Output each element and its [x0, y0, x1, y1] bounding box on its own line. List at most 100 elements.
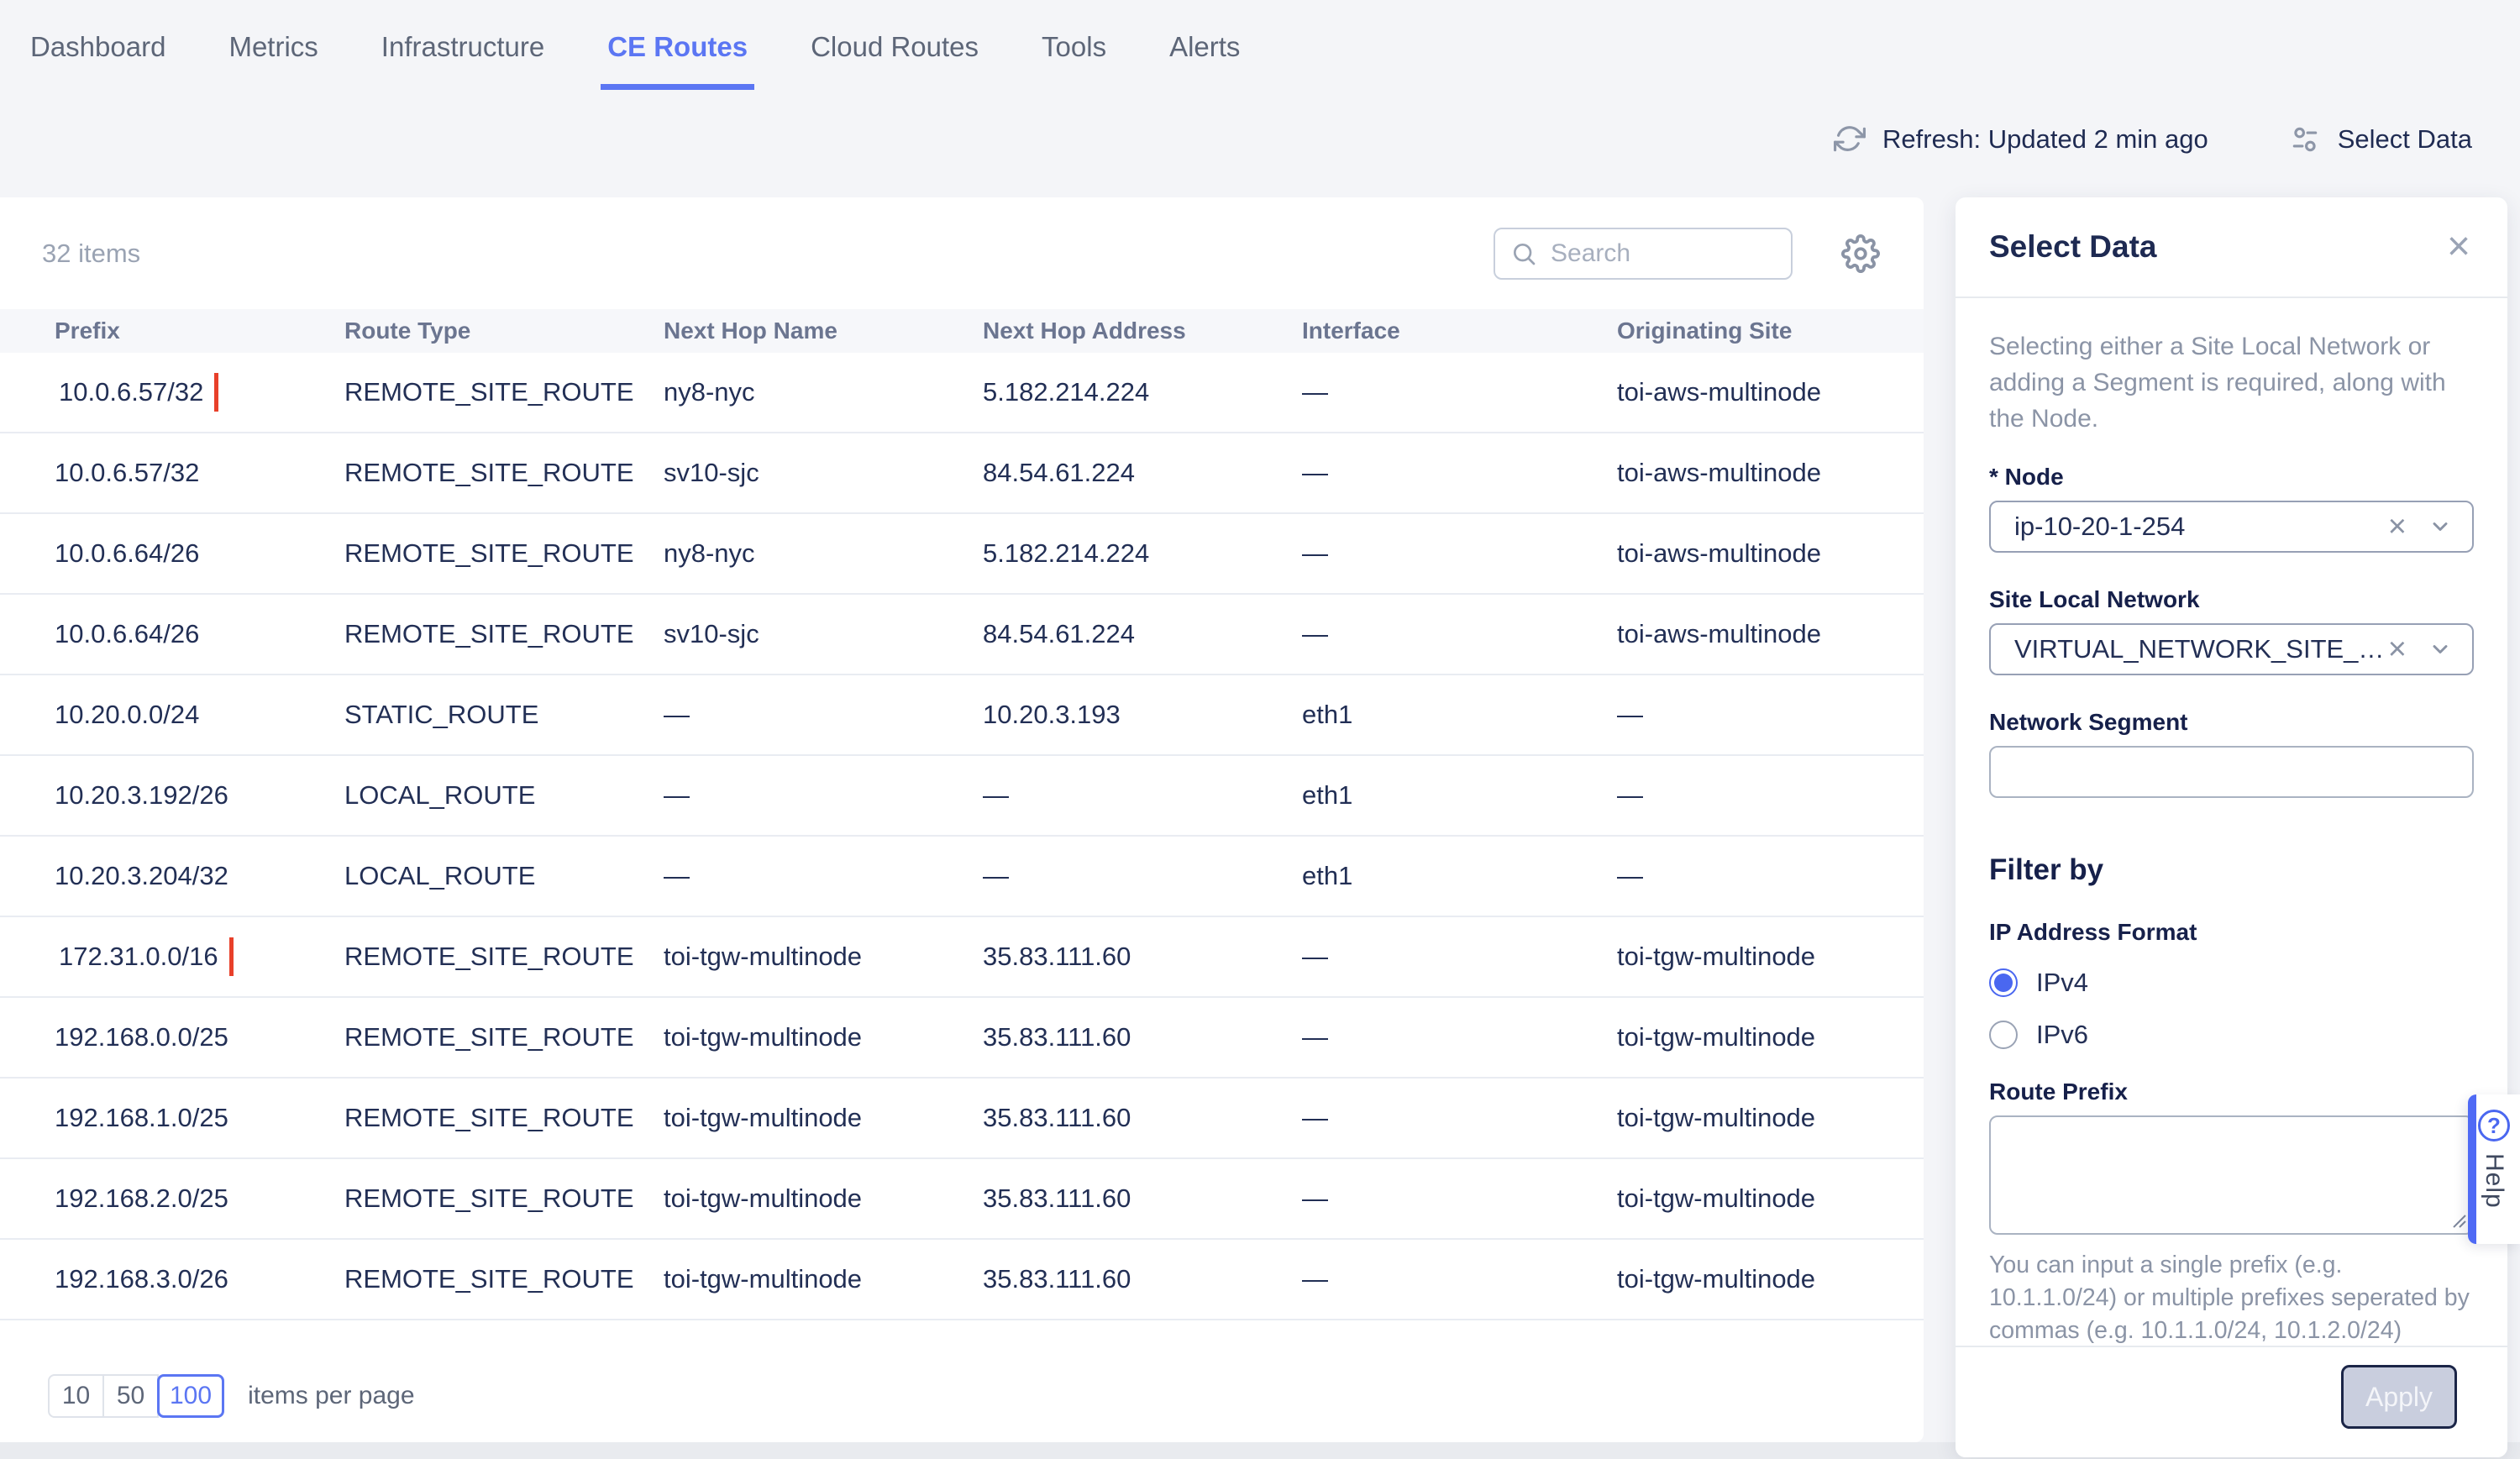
network-segment-input[interactable] — [1989, 746, 2474, 798]
cell-next-hop-address: 35.83.111.60 — [983, 1183, 1302, 1214]
cell-originating-site: toi-aws-multinode — [1617, 619, 1924, 649]
panel-header: Select Data × — [1956, 197, 2507, 298]
cell-prefix: 10.20.3.192/26 — [55, 780, 344, 811]
cell-next-hop-address: — — [983, 780, 1302, 811]
refresh-button[interactable]: Refresh: Updated 2 min ago — [1834, 123, 2208, 155]
page-size-50-button[interactable]: 50 — [102, 1374, 159, 1418]
cell-route-type: LOCAL_ROUTE — [344, 780, 664, 811]
route-prefix-label: Route Prefix — [1989, 1079, 2474, 1105]
cell-interface: — — [1302, 619, 1617, 649]
chevron-down-icon — [2428, 515, 2452, 538]
page-size-100-button[interactable]: 100 — [157, 1374, 224, 1418]
tab-infrastructure[interactable]: Infrastructure — [380, 3, 546, 92]
table-body: 10.0.6.57/32 REMOTE_SITE_ROUTE ny8-nyc 5… — [0, 353, 1924, 1320]
cell-interface: — — [1302, 1183, 1617, 1214]
cell-next-hop-name: — — [664, 780, 983, 811]
cell-prefix: 10.0.6.57/32 — [55, 373, 344, 412]
tab-metrics[interactable]: Metrics — [227, 3, 319, 92]
site-local-network-select[interactable]: VIRTUAL_NETWORK_SITE_L... × — [1989, 623, 2474, 675]
refresh-icon — [1834, 123, 1866, 155]
ipv4-radio-option[interactable]: IPv4 — [1989, 968, 2474, 998]
route-prefix-hint: You can input a single prefix (e.g. 10.1… — [1989, 1249, 2474, 1347]
search-input[interactable] — [1551, 239, 1791, 268]
cell-next-hop-name: — — [664, 861, 983, 891]
cell-interface: eth1 — [1302, 861, 1617, 891]
cell-next-hop-address: — — [983, 861, 1302, 891]
page-size-10-button[interactable]: 10 — [48, 1374, 104, 1418]
close-icon[interactable]: × — [2447, 227, 2470, 267]
cell-route-type: LOCAL_ROUTE — [344, 861, 664, 891]
cell-prefix: 10.20.0.0/24 — [55, 700, 344, 730]
table-row: 10.20.3.204/32 LOCAL_ROUTE — — eth1 — — [0, 837, 1924, 917]
table-row: 10.0.6.64/26 REMOTE_SITE_ROUTE ny8-nyc 5… — [0, 514, 1924, 595]
cell-next-hop-address: 84.54.61.224 — [983, 619, 1302, 649]
table-row: 10.20.0.0/24 STATIC_ROUTE — 10.20.3.193 … — [0, 675, 1924, 756]
table-settings-button[interactable] — [1841, 234, 1880, 273]
table-header-row: Prefix Route Type Next Hop Name Next Hop… — [0, 309, 1924, 353]
pagination: 10 50 100 items per page — [48, 1374, 1924, 1418]
cell-interface: eth1 — [1302, 780, 1617, 811]
cell-next-hop-address: 35.83.111.60 — [983, 1022, 1302, 1052]
ipv4-radio[interactable] — [1989, 968, 2018, 997]
cell-route-type: REMOTE_SITE_ROUTE — [344, 1264, 664, 1294]
site-local-network-label: Site Local Network — [1989, 586, 2474, 613]
tab-tools[interactable]: Tools — [1040, 3, 1108, 92]
tab-ce-routes[interactable]: CE Routes — [606, 3, 749, 92]
ipv6-label: IPv6 — [2036, 1020, 2088, 1050]
site-local-network-clear-icon[interactable]: × — [2388, 633, 2407, 665]
help-tab-accent-bar — [2468, 1094, 2476, 1244]
ip-address-format-label: IP Address Format — [1989, 919, 2474, 946]
help-tab-label: Help — [2480, 1153, 2508, 1209]
cell-next-hop-name: ny8-nyc — [664, 538, 983, 569]
help-tab[interactable]: ? Help — [2468, 1094, 2520, 1244]
cell-interface: — — [1302, 942, 1617, 972]
network-segment-label: Network Segment — [1989, 709, 2474, 736]
items-count: 32 items — [42, 239, 140, 269]
toolbar: Refresh: Updated 2 min ago Select Data — [1834, 118, 2472, 161]
select-data-panel: Select Data × Selecting either a Site Lo… — [1956, 197, 2507, 1457]
search-box — [1494, 228, 1793, 280]
cell-prefix: 10.20.3.204/32 — [55, 861, 344, 891]
cell-prefix: 192.168.1.0/25 — [55, 1103, 344, 1133]
refresh-label: Refresh: Updated 2 min ago — [1882, 124, 2208, 155]
filter-by-heading: Filter by — [1989, 853, 2474, 887]
node-select[interactable]: ip-10-20-1-254 × — [1989, 501, 2474, 553]
cell-next-hop-address: 35.83.111.60 — [983, 1264, 1302, 1294]
panel-footer: Apply — [1956, 1346, 2507, 1457]
tab-alerts[interactable]: Alerts — [1168, 3, 1242, 92]
cell-next-hop-name: sv10-sjc — [664, 458, 983, 488]
select-data-button[interactable]: Select Data — [2289, 123, 2472, 155]
cell-next-hop-name: — — [664, 700, 983, 730]
cell-originating-site: toi-aws-multinode — [1617, 377, 1924, 407]
node-clear-icon[interactable]: × — [2388, 511, 2407, 543]
route-prefix-textarea[interactable] — [1989, 1115, 2474, 1235]
search-icon — [1510, 240, 1537, 267]
cell-prefix: 10.0.6.64/26 — [55, 619, 344, 649]
column-header-originating-site: Originating Site — [1617, 318, 1924, 344]
cell-prefix: 172.31.0.0/16 — [55, 937, 344, 976]
cell-next-hop-address: 84.54.61.224 — [983, 458, 1302, 488]
cell-route-type: REMOTE_SITE_ROUTE — [344, 458, 664, 488]
sliders-icon — [2289, 123, 2321, 155]
cell-next-hop-address: 35.83.111.60 — [983, 1103, 1302, 1133]
cell-next-hop-name: ny8-nyc — [664, 377, 983, 407]
ipv6-radio[interactable] — [1989, 1021, 2018, 1049]
cell-interface: — — [1302, 1264, 1617, 1294]
cell-next-hop-name: toi-tgw-multinode — [664, 1022, 983, 1052]
cell-prefix: 10.0.6.57/32 — [55, 458, 344, 488]
column-header-prefix: Prefix — [55, 318, 344, 344]
cell-interface: eth1 — [1302, 700, 1617, 730]
panel-title: Select Data — [1989, 229, 2157, 265]
column-header-next-hop-name: Next Hop Name — [664, 318, 983, 344]
table-row: 192.168.2.0/25 REMOTE_SITE_ROUTE toi-tgw… — [0, 1159, 1924, 1240]
column-header-next-hop-address: Next Hop Address — [983, 318, 1302, 344]
apply-button[interactable]: Apply — [2341, 1365, 2457, 1429]
chevron-down-icon — [2428, 638, 2452, 661]
tab-cloud-routes[interactable]: Cloud Routes — [809, 3, 980, 92]
site-local-network-value: VIRTUAL_NETWORK_SITE_L... — [2014, 634, 2388, 664]
ipv6-radio-option[interactable]: IPv6 — [1989, 1020, 2474, 1050]
table-row: 192.168.1.0/25 REMOTE_SITE_ROUTE toi-tgw… — [0, 1079, 1924, 1159]
tab-dashboard[interactable]: Dashboard — [29, 3, 167, 92]
cell-originating-site: toi-tgw-multinode — [1617, 1183, 1924, 1214]
items-per-page-label: items per page — [248, 1382, 414, 1410]
